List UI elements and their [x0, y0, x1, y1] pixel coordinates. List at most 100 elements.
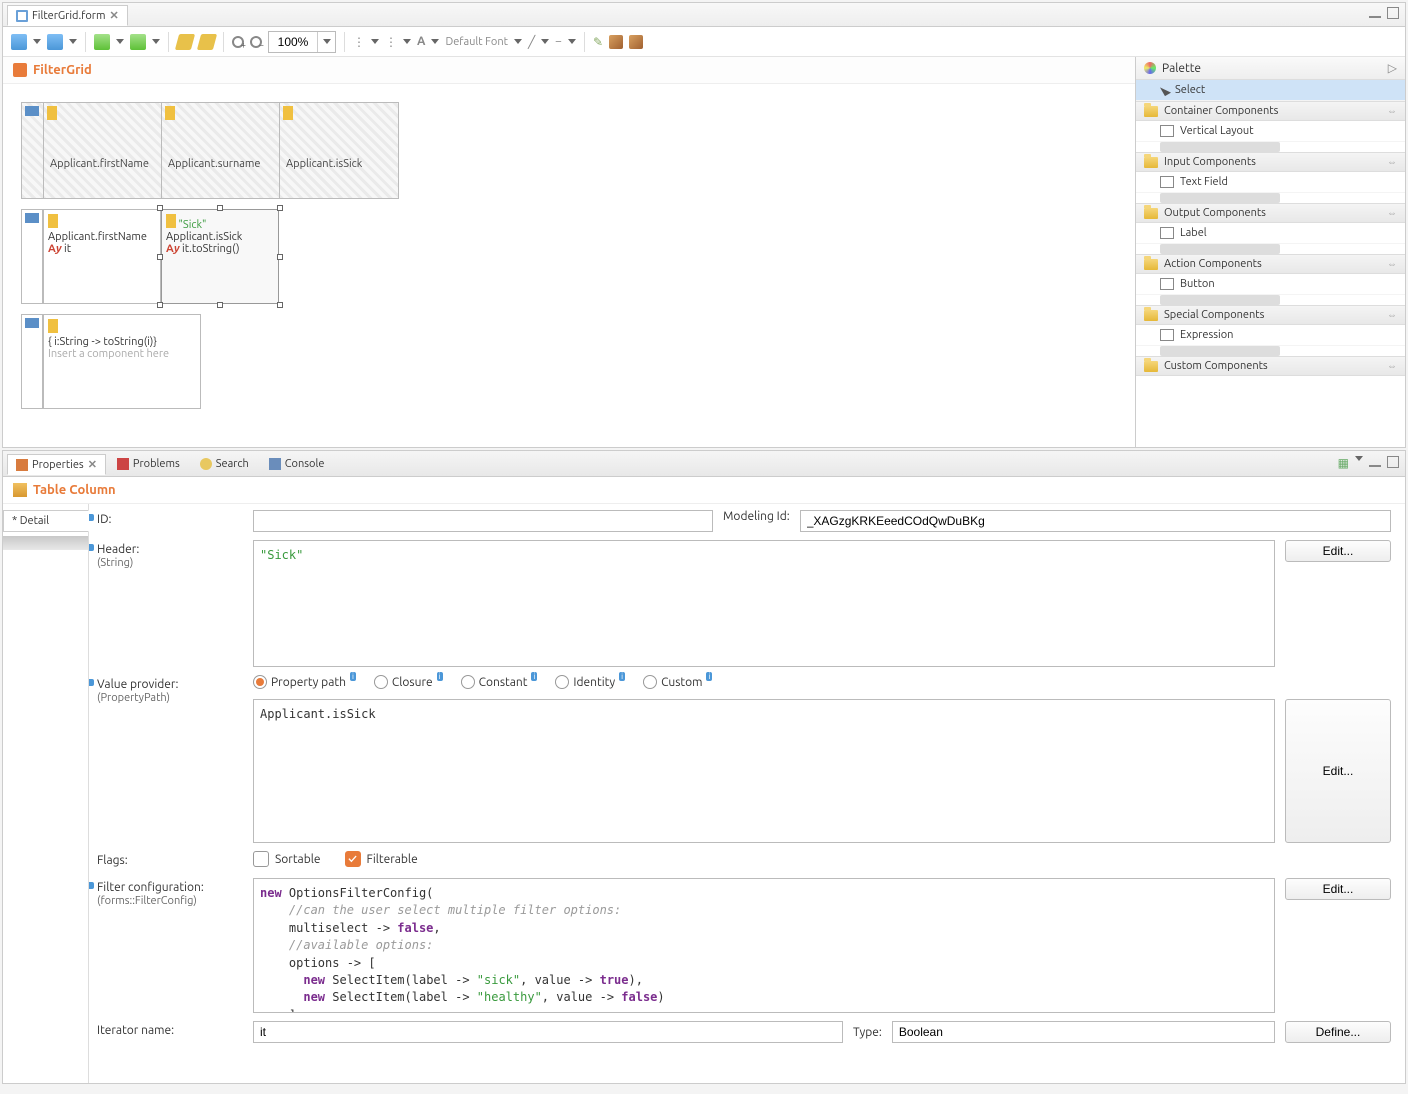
- selection-handle[interactable]: [157, 205, 163, 211]
- maximize-button[interactable]: [1387, 456, 1399, 468]
- selection-handle[interactable]: [157, 254, 163, 260]
- selection-handle[interactable]: [157, 302, 163, 308]
- zoom-out-icon[interactable]: [250, 36, 262, 48]
- close-icon[interactable]: ✕: [109, 9, 118, 22]
- palette-group-header[interactable]: Action Components⇔: [1136, 254, 1405, 274]
- chevron-down-icon[interactable]: [69, 39, 77, 44]
- define-iterator-button[interactable]: Define...: [1285, 1021, 1391, 1043]
- pin-icon[interactable]: ⇔: [1387, 207, 1397, 219]
- minimize-button[interactable]: [1369, 7, 1381, 19]
- value-provider-radio-constant[interactable]: Constanti: [461, 675, 538, 689]
- value-provider-radio-identity[interactable]: Identityi: [555, 675, 625, 689]
- palette-group-header[interactable]: Output Components⇔: [1136, 203, 1405, 223]
- table-column-header[interactable]: Applicant.isSick: [280, 103, 398, 198]
- palette-group-header[interactable]: Custom Components⇔: [1136, 356, 1405, 376]
- chevron-down-icon[interactable]: [371, 39, 379, 44]
- selection-handle[interactable]: [217, 302, 223, 308]
- edit-value-provider-button[interactable]: Edit...: [1285, 699, 1391, 843]
- palette-select-tool[interactable]: Select: [1136, 80, 1405, 101]
- palette-item[interactable]: Vertical Layout: [1136, 121, 1405, 142]
- text-A-icon[interactable]: A: [417, 35, 425, 48]
- chevron-down-icon[interactable]: [403, 39, 411, 44]
- eyedropper-icon[interactable]: ✎: [593, 35, 603, 49]
- tab-problems[interactable]: Problems: [108, 454, 189, 474]
- chevron-down-icon[interactable]: [541, 39, 549, 44]
- zoom-combo[interactable]: [268, 31, 336, 53]
- iterator-name-field[interactable]: [253, 1021, 843, 1043]
- grid-detail-row: Applicant.firstName Ay it "Sick" Applica…: [21, 209, 1117, 304]
- palette-item[interactable]: Button: [1136, 274, 1405, 295]
- filter-config-code-field[interactable]: new OptionsFilterConfig( //can the user …: [253, 878, 1275, 1013]
- iterator-type-field[interactable]: [892, 1021, 1275, 1043]
- detail-tab[interactable]: * Detail: [3, 510, 89, 532]
- layout-dropdown-icon[interactable]: [11, 34, 27, 50]
- sortable-checkbox[interactable]: Sortable: [253, 851, 321, 867]
- header-expression-field[interactable]: "Sick": [253, 540, 1275, 667]
- selection-handle[interactable]: [277, 254, 283, 260]
- zoom-in-icon[interactable]: [232, 36, 244, 48]
- radio-dot: [555, 675, 569, 689]
- maximize-button[interactable]: [1387, 7, 1399, 19]
- zoom-dropdown[interactable]: [317, 32, 335, 52]
- value-provider-radio-closure[interactable]: Closurei: [374, 675, 443, 689]
- add2-dropdown-icon[interactable]: [130, 34, 146, 50]
- palette-group-header[interactable]: Container Components⇔: [1136, 101, 1405, 121]
- selection-handle[interactable]: [277, 302, 283, 308]
- table-cell[interactable]: Applicant.firstName Ay it: [43, 209, 161, 304]
- minimize-button[interactable]: [1369, 456, 1381, 468]
- brush2-icon[interactable]: [629, 35, 643, 49]
- dash-style-icon[interactable]: −: [555, 35, 562, 48]
- chevron-down-icon[interactable]: [152, 39, 160, 44]
- palette-item[interactable]: Expression: [1136, 325, 1405, 346]
- table-cell-selected[interactable]: "Sick" Applicant.isSick Ay it.toString(): [161, 209, 279, 304]
- pin-icon[interactable]: ⇔: [1387, 156, 1397, 168]
- font-selector[interactable]: Default Font: [445, 36, 508, 48]
- grid-header[interactable]: Applicant.firstName Applicant.surname Ap…: [21, 102, 399, 199]
- chevron-down-icon[interactable]: [431, 39, 439, 44]
- zoom-input[interactable]: [269, 33, 317, 51]
- edit-header-button[interactable]: Edit...: [1285, 540, 1391, 562]
- value-provider-radio-custom[interactable]: Customi: [643, 675, 712, 689]
- pin-icon[interactable]: ⇔: [1387, 360, 1397, 372]
- align-dropdown[interactable]: ⋮: [353, 35, 365, 49]
- edit-filter-config-button[interactable]: Edit...: [1285, 878, 1391, 900]
- view-menu-dropdown[interactable]: [1355, 456, 1363, 461]
- redo-icon[interactable]: [197, 34, 217, 50]
- close-icon[interactable]: ✕: [88, 458, 97, 471]
- value-provider-path-field[interactable]: Applicant.isSick: [253, 699, 1275, 843]
- pin-icon[interactable]: ⇔: [1387, 309, 1397, 321]
- tab-properties[interactable]: Properties ✕: [7, 454, 106, 475]
- value-provider-radio-property-path[interactable]: Property pathi: [253, 675, 356, 689]
- views-tab-bar: Properties ✕ Problems Search Console ▦: [3, 451, 1405, 477]
- chevron-down-icon[interactable]: [514, 39, 522, 44]
- pin-icon[interactable]: ⇔: [1387, 105, 1397, 117]
- table-column-header[interactable]: Applicant.firstName: [44, 103, 162, 198]
- pin-icon[interactable]: ⇔: [1387, 258, 1397, 270]
- editor-tab-filtergrid[interactable]: FilterGrid.form ✕: [7, 5, 128, 26]
- palette-item[interactable]: Text Field: [1136, 172, 1405, 193]
- tab-console[interactable]: Console: [260, 454, 334, 474]
- modeling-id-field[interactable]: [800, 510, 1391, 532]
- brush1-icon[interactable]: [609, 35, 623, 49]
- add1-dropdown-icon[interactable]: [94, 34, 110, 50]
- table-column-header[interactable]: Applicant.surname: [162, 103, 280, 198]
- selection-handle[interactable]: [277, 205, 283, 211]
- palette-group-header[interactable]: Special Components⇔: [1136, 305, 1405, 325]
- palette-item[interactable]: Label: [1136, 223, 1405, 244]
- new-view-icon[interactable]: ▦: [1338, 456, 1349, 470]
- chevron-down-icon[interactable]: [33, 39, 41, 44]
- line-style-icon[interactable]: ╱: [528, 35, 535, 49]
- palette-group-header[interactable]: Input Components⇔: [1136, 152, 1405, 172]
- chevron-down-icon[interactable]: [116, 39, 124, 44]
- layout2-dropdown-icon[interactable]: [47, 34, 63, 50]
- tab-search[interactable]: Search: [191, 454, 258, 474]
- footer-cell[interactable]: { i:String -> toString(i)} Insert a comp…: [43, 314, 201, 409]
- filterable-checkbox[interactable]: ✓Filterable: [345, 851, 418, 867]
- id-field[interactable]: [253, 510, 713, 532]
- selection-handle[interactable]: [217, 205, 223, 211]
- chevron-down-icon[interactable]: [568, 39, 576, 44]
- design-canvas[interactable]: FilterGrid Applicant.firstName Applicant…: [3, 57, 1135, 447]
- align2-dropdown[interactable]: ⋮: [385, 35, 397, 49]
- chevron-right-icon[interactable]: ▷: [1388, 61, 1397, 75]
- undo-icon[interactable]: [175, 34, 195, 50]
